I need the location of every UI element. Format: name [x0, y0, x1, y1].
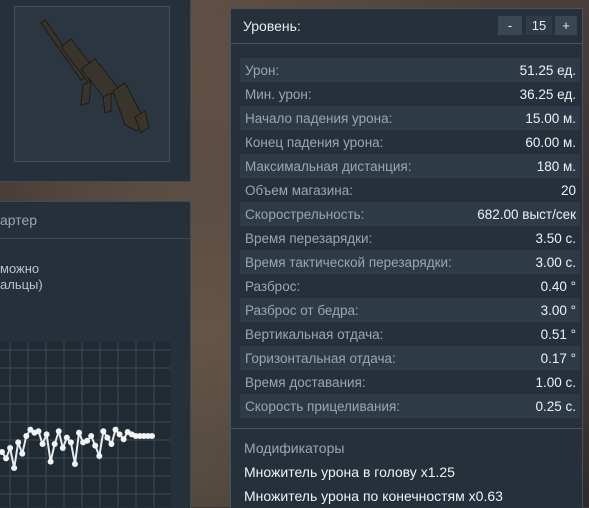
recoil-point	[88, 433, 95, 439]
description-text: можно альцы)	[0, 261, 190, 293]
recoil-point	[104, 434, 111, 441]
stat-value: 0.40 °	[540, 278, 576, 294]
recoil-point	[35, 428, 42, 435]
stat-name: Время перезарядки:	[245, 230, 373, 246]
recoil-point	[19, 450, 26, 457]
recoil-point	[76, 429, 83, 436]
recoil-chart-svg	[0, 342, 170, 507]
recoil-point	[116, 431, 123, 438]
stat-value: 180 м.	[536, 158, 576, 174]
stat-name: Конец падения урона:	[245, 134, 384, 150]
description-line: можно	[0, 261, 40, 276]
recoil-point	[120, 436, 127, 443]
recoil-point	[23, 433, 30, 439]
stat-row: Разброс от бедра: 3.00 °	[240, 298, 580, 322]
recoil-point	[3, 455, 10, 462]
recoil-point	[15, 439, 22, 446]
stat-value: 60.00 м.	[525, 134, 576, 150]
stats-list: Урон: 51.25 ед. Мин. урон: 36.25 ед. Начало …	[240, 58, 580, 418]
recoil-point	[96, 453, 103, 459]
stat-name: Начало падения урона:	[245, 110, 393, 126]
recoil-point	[43, 431, 50, 438]
stat-row: Максимальная дистанция: 180 м.	[240, 154, 580, 178]
weapon-preview-panel	[0, 0, 191, 182]
recoil-point	[108, 441, 115, 447]
recoil-point	[71, 461, 78, 467]
stat-name: Скорострельность:	[245, 206, 365, 222]
stat-name: Горизонтальная отдача:	[245, 350, 396, 366]
level-decrease-button[interactable]: -	[498, 16, 522, 35]
stat-value: 0.25 с.	[535, 398, 576, 414]
recoil-chart	[0, 342, 170, 507]
stat-row: Конец падения урона: 60.00 м.	[240, 130, 580, 154]
modifier-item: Множитель урона по конечностям x0.63	[244, 488, 503, 504]
stat-name: Вертикальная отдача:	[245, 326, 384, 342]
stat-name: Время тактической перезарядки:	[245, 254, 452, 270]
stat-value: 15.00 м.	[525, 110, 576, 126]
stat-row: Скорость прицеливания: 0.25 с.	[240, 394, 580, 418]
stat-name: Разброс от бедра:	[245, 302, 359, 318]
stat-value: 51.25 ед.	[519, 62, 576, 78]
level-row: Уровень: - 15 +	[231, 9, 582, 44]
modifiers-title: Модификаторы	[244, 440, 345, 456]
stat-value: 36.25 ед.	[519, 86, 576, 102]
stat-value: 0.51 °	[540, 326, 576, 342]
stat-row: Начало падения урона: 15.00 м.	[240, 106, 580, 130]
recoil-point	[11, 465, 18, 471]
stat-name: Урон:	[245, 62, 280, 78]
description-line: альцы)	[0, 277, 43, 292]
recoil-point	[112, 426, 119, 433]
rifle-icon	[40, 19, 150, 134]
panel-header: артер	[0, 202, 190, 239]
stat-value: 1.00 с.	[535, 374, 576, 390]
stat-value: 0.17 °	[540, 350, 576, 366]
stat-row: Время доставания: 1.00 с.	[240, 370, 580, 394]
stat-name: Разброс:	[245, 278, 301, 294]
stat-row: Горизонтальная отдача: 0.17 °	[240, 346, 580, 370]
stat-row: Объем магазина: 20	[240, 178, 580, 202]
stat-row: Время тактической перезарядки: 3.00 с.	[240, 250, 580, 274]
level-increase-button[interactable]: +	[555, 16, 577, 35]
stat-row: Вертикальная отдача: 0.51 °	[240, 322, 580, 346]
recoil-point	[92, 442, 99, 449]
level-label: Уровень:	[243, 18, 301, 34]
recoil-point	[63, 434, 70, 441]
recoil-point	[84, 437, 91, 444]
modifier-item: Множитель урона в голову x1.25	[244, 464, 455, 480]
recoil-point	[7, 445, 14, 451]
stat-value: 682.00 выст/сек	[477, 206, 576, 222]
stat-name: Время доставания:	[245, 374, 366, 390]
stat-row: Урон: 51.25 ед.	[240, 58, 580, 82]
stat-row: Время перезарядки: 3.50 с.	[240, 226, 580, 250]
stat-value: 3.00 °	[540, 302, 576, 318]
stat-value: 3.50 с.	[535, 230, 576, 246]
stat-row: Разброс: 0.40 °	[240, 274, 580, 298]
recoil-point	[59, 445, 66, 451]
stat-name: Объем магазина:	[245, 182, 353, 198]
weapon-stats-panel: Уровень: - 15 + Урон: 51.25 ед. Мин. урон:…	[230, 8, 583, 508]
recoil-point	[51, 441, 58, 447]
stat-value: 3.00 с.	[535, 254, 576, 270]
stat-value: 20	[560, 182, 576, 198]
recoil-point	[55, 428, 62, 435]
stat-name: Максимальная дистанция:	[245, 158, 412, 174]
stat-row: Скорострельность: 682.00 выст/сек	[240, 202, 580, 226]
stat-row: Мин. урон: 36.25 ед.	[240, 82, 580, 106]
stat-name: Скорость прицеливания:	[245, 398, 401, 414]
recoil-point	[100, 428, 107, 435]
recoil-point	[39, 441, 46, 447]
divider	[231, 428, 582, 429]
recoil-point	[67, 439, 74, 446]
level-value: 15	[526, 16, 552, 35]
recoil-point	[47, 458, 54, 465]
recoil-point	[149, 433, 155, 439]
stat-name: Мин. урон:	[245, 86, 312, 102]
weapon-image[interactable]	[14, 6, 170, 162]
